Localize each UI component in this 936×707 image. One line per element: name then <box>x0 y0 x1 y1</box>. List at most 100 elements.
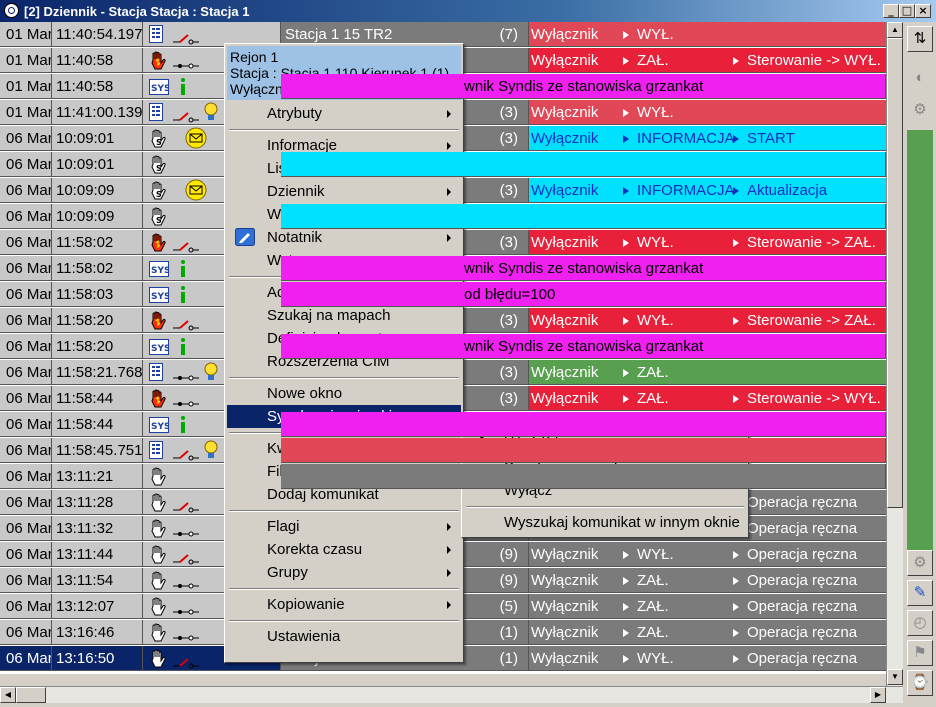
menu-item-nowe-okno[interactable]: Nowe okno <box>227 382 461 405</box>
date-cell: 06 Mar <box>0 282 52 307</box>
message-part: ZAŁ. <box>623 568 669 592</box>
message-text: WYŁ. <box>637 104 674 121</box>
sort-icon[interactable]: ⇅ <box>907 26 933 52</box>
scroll-down-button[interactable]: ▼ <box>887 669 903 685</box>
bulb-icon <box>203 440 219 460</box>
close-button[interactable]: × <box>915 4 931 18</box>
station-cell <box>281 438 886 463</box>
hand-red-icon <box>149 311 167 331</box>
arrow-right-icon <box>733 238 739 247</box>
arrow-right-icon <box>623 628 629 637</box>
arrow-right-icon <box>623 30 629 39</box>
switch-closed-icon <box>173 627 199 641</box>
date-cell: 06 Mar <box>0 334 52 359</box>
table-row[interactable]: 06 Mar 11:58:44 SYS <box>0 412 886 438</box>
date-cell: 06 Mar <box>0 308 52 333</box>
time-cell: 11:58:44 <box>52 412 143 437</box>
time-cell: 11:40:58 <box>52 74 143 99</box>
vertical-scrollbar[interactable]: ▲ ▼ <box>886 22 903 686</box>
menu-item-korekta-czasu[interactable]: Korekta czasu <box>227 538 461 561</box>
message-text: WYŁ. <box>637 546 674 563</box>
message-cell: Wyłącznik WYŁ. <box>529 100 886 125</box>
table-row[interactable]: 06 Mar 13:11:21 <box>0 464 886 490</box>
menu-item-notatnik[interactable]: Notatnik <box>227 226 461 249</box>
scroll-left-button[interactable]: ◀ <box>0 687 16 703</box>
count-text: (3) <box>499 364 518 381</box>
count-text: (9) <box>499 572 518 589</box>
message-text: Operacja ręczna <box>747 546 858 563</box>
table-row[interactable]: 06 Mar 11:58:03 SYS od błędu=100 <box>0 282 886 308</box>
hand-s-icon: S <box>149 155 167 175</box>
table-row[interactable]: 01 Mar 11:40:58 SYS wnik Syndis ze stanowis… <box>0 74 886 100</box>
station-text: Stacja 1 15 TR2 <box>285 26 393 43</box>
message-part: START <box>733 126 795 150</box>
scroll-up-button[interactable]: ▲ <box>887 22 903 38</box>
table-row[interactable]: 06 Mar 11:58:02 SYS wnik Syndis ze stanowis… <box>0 256 886 282</box>
menu-item-ustawienia[interactable]: Ustawienia <box>227 625 461 648</box>
message-text: INFORMACJA <box>637 182 735 199</box>
menu-item-flagi[interactable]: Flagi <box>227 515 461 538</box>
time-cell: 10:09:01 <box>52 152 143 177</box>
edit-icon[interactable]: ✎ <box>907 580 933 606</box>
menu-separator <box>229 510 459 512</box>
menu-item-atrybuty[interactable]: Atrybuty <box>227 102 461 125</box>
hand-icon <box>149 493 167 513</box>
time-cell: 13:16:50 <box>52 646 143 671</box>
message-text: Wyłącznik <box>531 624 599 641</box>
settings-icon[interactable]: ⚙ <box>907 550 933 576</box>
minimize-button[interactable]: _ <box>883 4 899 18</box>
message-part: Wyłącznik <box>531 100 598 124</box>
switch-closed-icon <box>173 601 199 615</box>
switch-open-icon <box>173 237 199 253</box>
maximize-button[interactable]: □ <box>899 4 915 18</box>
switch-open-icon <box>173 497 199 513</box>
title-bar: [2] Dziennik - Stacja Stacja : Stacja 1 … <box>0 0 936 22</box>
date-cell: 06 Mar <box>0 360 52 385</box>
station-cell <box>281 412 886 437</box>
hand-s-icon: S <box>149 181 167 201</box>
bulb-icon <box>203 362 219 382</box>
message-part: ZAŁ. <box>623 48 669 72</box>
station-cell <box>281 464 886 489</box>
scroll-thumb[interactable] <box>887 38 903 508</box>
table-row[interactable]: 06 Mar 10:09:01 S <box>0 152 886 178</box>
date-cell: 06 Mar <box>0 204 52 229</box>
menu-item-kopiowanie[interactable]: Kopiowanie <box>227 593 461 616</box>
message-cell: Wyłącznik ZAŁ. <box>529 360 886 385</box>
svg-text:SYS: SYS <box>151 84 169 94</box>
message-text: wnik Syndis ze stanowiska grzankat <box>464 260 704 277</box>
menu-item-label: Notatnik <box>267 229 323 246</box>
message-text: Wyłącznik <box>531 650 599 667</box>
time-cell: 13:11:54 <box>52 568 143 593</box>
hand-icon <box>149 597 167 617</box>
switch-closed-icon <box>173 523 199 537</box>
message-cell: Wyłącznik WYŁ. Operacja ręczna <box>529 646 886 671</box>
clock-icon[interactable]: ◴ <box>907 610 933 636</box>
message-text: Operacja ręczna <box>747 650 858 667</box>
date-cell: 06 Mar <box>0 542 52 567</box>
message-part: Wyłącznik <box>531 22 599 46</box>
svg-text:SYS: SYS <box>151 344 169 354</box>
switch-open-icon <box>173 653 199 669</box>
message-text: WYŁ. <box>637 26 674 43</box>
menu-item-dziennik[interactable]: Dziennik <box>227 180 461 203</box>
scroll-right-button[interactable]: ▶ <box>870 687 886 703</box>
station-cell <box>281 152 886 177</box>
message-text: WYŁ. <box>637 650 674 667</box>
message-text: Wyłącznik <box>531 26 599 43</box>
submenu-item[interactable]: Wyszukaj komunikat w innym oknie <box>464 511 746 534</box>
horizontal-scrollbar[interactable]: ◀ ▶ <box>0 686 903 703</box>
table-row[interactable]: 06 Mar 10:09:09 S <box>0 204 886 230</box>
table-row[interactable]: 06 Mar 11:58:45.751 <box>0 438 886 464</box>
message-part: Wyłącznik <box>531 568 598 592</box>
arrow-right-icon <box>733 654 739 663</box>
flag-icon[interactable]: ⚑ <box>907 640 933 666</box>
list-icon <box>149 103 163 121</box>
count-text: (5) <box>499 598 518 615</box>
hscroll-thumb[interactable] <box>16 687 46 703</box>
menu-item-grupy[interactable]: Grupy <box>227 561 461 584</box>
gear-tool-icon: ⚙ <box>907 98 933 124</box>
table-row[interactable]: 06 Mar 11:58:20 SYS wnik Syndis ze stanowis… <box>0 334 886 360</box>
menu-item-szukaj-na-mapach[interactable]: Szukaj na mapach <box>227 304 461 327</box>
time-icon[interactable]: ⌚ <box>907 670 933 696</box>
